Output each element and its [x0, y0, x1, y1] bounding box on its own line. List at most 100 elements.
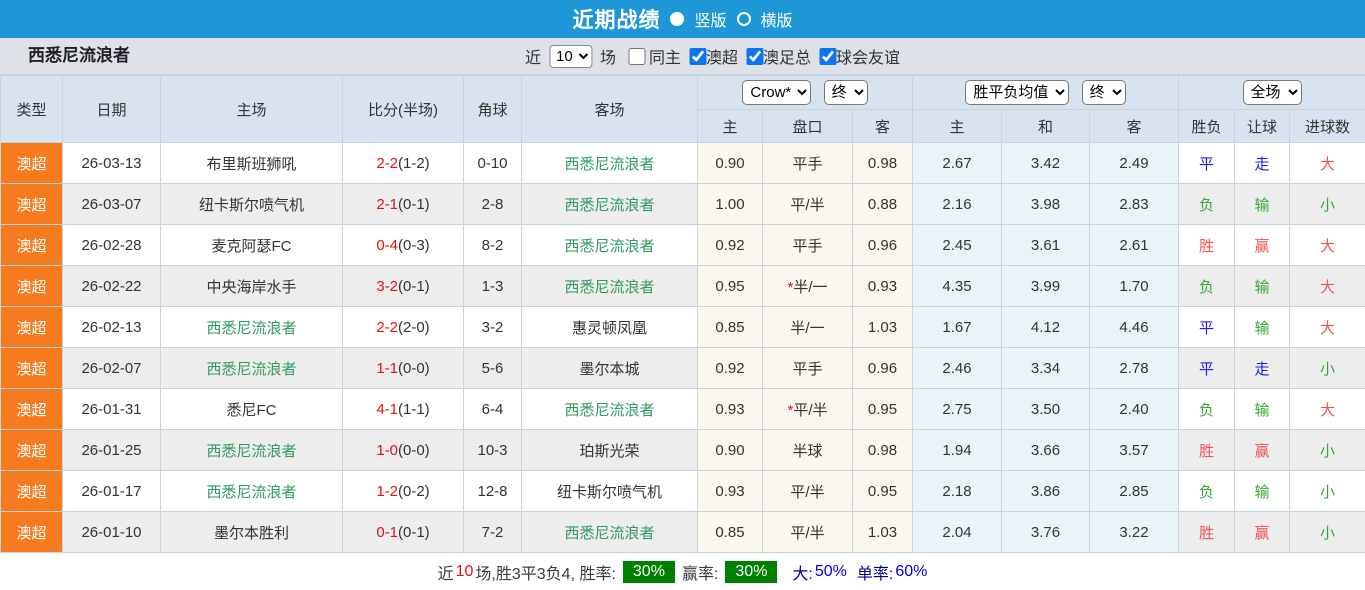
- horizontal-layout-label[interactable]: 横版: [761, 7, 793, 31]
- fulltime-score: 1-2: [376, 483, 398, 500]
- mean-away-value: 2.49: [1090, 143, 1179, 184]
- mean-away-value: 4.46: [1090, 307, 1179, 348]
- match-date: 26-01-17: [63, 471, 161, 512]
- corner-score: 2-8: [464, 184, 522, 225]
- handicap-text: 半球: [792, 443, 822, 460]
- away-team[interactable]: 西悉尼流浪者: [522, 184, 698, 225]
- corner-score: 12-8: [464, 471, 522, 512]
- league-checkbox-ffa-cup[interactable]: [746, 48, 763, 65]
- result-outcome-value: 负: [1179, 266, 1235, 307]
- away-team[interactable]: 西悉尼流浪者: [522, 225, 698, 266]
- result-handicap-value: 输: [1235, 266, 1290, 307]
- sub-header-result-handicap: 让球: [1235, 110, 1290, 143]
- away-team[interactable]: 墨尔本城: [522, 348, 698, 389]
- result-goals-value: 小: [1290, 348, 1365, 389]
- title-bar: 近期战绩 竖版 横版: [0, 0, 1365, 38]
- result-outcome-value: 胜: [1179, 225, 1235, 266]
- home-team[interactable]: 悉尼FC: [161, 389, 343, 430]
- near-count-select[interactable]: 10: [549, 45, 592, 68]
- league-checkbox-aleague-label: 澳超: [706, 44, 738, 68]
- mean-time-select[interactable]: 终: [1082, 80, 1126, 105]
- sub-header-mean-home: 主: [913, 110, 1002, 143]
- mean-draw-value: 3.98: [1002, 184, 1090, 225]
- table-row: 澳超 26-01-31 悉尼FC 4-1(1-1) 6-4 西悉尼流浪者 0.9…: [1, 389, 1365, 430]
- odds-away-value: 0.96: [853, 348, 913, 389]
- home-team[interactable]: 麦克阿瑟FC: [161, 225, 343, 266]
- col-header-date: 日期: [63, 76, 161, 143]
- col-header-type: 类型: [1, 76, 63, 143]
- home-team[interactable]: 西悉尼流浪者: [161, 307, 343, 348]
- corner-score: 1-3: [464, 266, 522, 307]
- odds-time-select[interactable]: 终: [824, 80, 868, 105]
- result-outcome-value: 平: [1179, 307, 1235, 348]
- away-team[interactable]: 西悉尼流浪者: [522, 143, 698, 184]
- halftime-score: (1-1): [398, 401, 430, 418]
- odds-company-select[interactable]: Crow*: [742, 80, 811, 105]
- match-date: 26-01-31: [63, 389, 161, 430]
- mean-away-value: 3.57: [1090, 430, 1179, 471]
- result-handicap-value: 输: [1235, 471, 1290, 512]
- home-team[interactable]: 西悉尼流浪者: [161, 471, 343, 512]
- home-team[interactable]: 中央海岸水手: [161, 266, 343, 307]
- result-outcome-value: 负: [1179, 184, 1235, 225]
- handicap-text: 平手: [792, 156, 822, 173]
- horizontal-layout-radio[interactable]: [737, 12, 751, 26]
- home-team[interactable]: 西悉尼流浪者: [161, 430, 343, 471]
- home-team[interactable]: 西悉尼流浪者: [161, 348, 343, 389]
- team-name: 西悉尼流浪者: [28, 38, 130, 74]
- same-home-checkbox[interactable]: [628, 48, 645, 65]
- result-goals-value: 大: [1290, 266, 1365, 307]
- result-goals-value: 大: [1290, 389, 1365, 430]
- result-handicap-value: 走: [1235, 348, 1290, 389]
- scope-select[interactable]: 全场: [1243, 80, 1302, 105]
- handicap-text: 平/半: [790, 197, 824, 214]
- mean-type-select[interactable]: 胜平负均值: [965, 80, 1069, 105]
- fulltime-score: 2-1: [376, 196, 398, 213]
- mean-home-value: 1.94: [913, 430, 1002, 471]
- big-rate: 50%: [815, 563, 847, 581]
- vertical-layout-radio[interactable]: [670, 12, 684, 26]
- odds-away-value: 0.93: [853, 266, 913, 307]
- corner-score: 3-2: [464, 307, 522, 348]
- fulltime-score: 1-0: [376, 442, 398, 459]
- match-date: 26-03-13: [63, 143, 161, 184]
- home-team[interactable]: 墨尔本胜利: [161, 512, 343, 553]
- home-team[interactable]: 纽卡斯尔喷气机: [161, 184, 343, 225]
- mean-home-value: 4.35: [913, 266, 1002, 307]
- corner-score: 5-6: [464, 348, 522, 389]
- away-team[interactable]: 纽卡斯尔喷气机: [522, 471, 698, 512]
- table-row: 澳超 26-01-10 墨尔本胜利 0-1(0-1) 7-2 西悉尼流浪者 0.…: [1, 512, 1365, 553]
- mean-draw-value: 3.61: [1002, 225, 1090, 266]
- match-score: 1-2(0-2): [343, 471, 464, 512]
- result-goals-value: 小: [1290, 184, 1365, 225]
- sub-header-mean-away: 客: [1090, 110, 1179, 143]
- mean-draw-value: 3.34: [1002, 348, 1090, 389]
- fulltime-score: 3-2: [376, 278, 398, 295]
- odds-home-value: 0.93: [698, 389, 763, 430]
- away-team[interactable]: 西悉尼流浪者: [522, 266, 698, 307]
- table-row: 澳超 26-03-13 布里斯班狮吼 2-2(1-2) 0-10 西悉尼流浪者 …: [1, 143, 1365, 184]
- league-badge: 澳超: [1, 348, 63, 389]
- result-outcome-value: 平: [1179, 143, 1235, 184]
- single-rate: 60%: [895, 563, 927, 581]
- league-checkbox-friendly[interactable]: [819, 48, 836, 65]
- away-team[interactable]: 西悉尼流浪者: [522, 389, 698, 430]
- sub-header-odds-away: 客: [853, 110, 913, 143]
- home-team[interactable]: 布里斯班狮吼: [161, 143, 343, 184]
- away-team[interactable]: 珀斯光荣: [522, 430, 698, 471]
- page-title: 近期战绩: [572, 4, 660, 34]
- odds-handicap-value: 平手: [763, 225, 853, 266]
- away-team[interactable]: 西悉尼流浪者: [522, 512, 698, 553]
- match-date: 26-02-28: [63, 225, 161, 266]
- league-badge: 澳超: [1, 143, 63, 184]
- result-outcome-value: 平: [1179, 348, 1235, 389]
- odds-handicap-value: 平手: [763, 348, 853, 389]
- fulltime-score: 2-2: [376, 319, 398, 336]
- result-outcome-value: 负: [1179, 389, 1235, 430]
- odds-home-value: 0.85: [698, 307, 763, 348]
- away-team[interactable]: 惠灵顿凤凰: [522, 307, 698, 348]
- vertical-layout-label[interactable]: 竖版: [694, 7, 726, 31]
- odds-away-value: 1.03: [853, 512, 913, 553]
- odds-home-value: 0.95: [698, 266, 763, 307]
- league-checkbox-aleague[interactable]: [689, 48, 706, 65]
